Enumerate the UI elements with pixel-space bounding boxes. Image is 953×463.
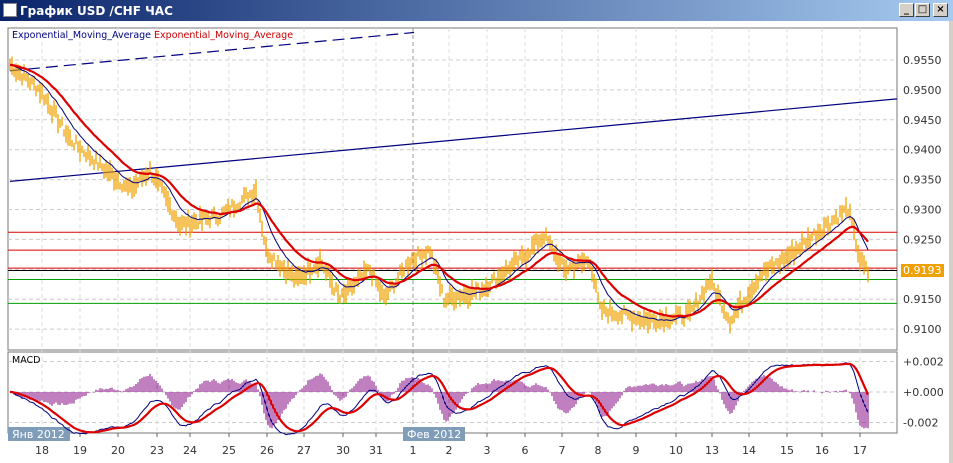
x-tick-label: 31 (369, 444, 383, 457)
x-tick-label: 25 (222, 444, 236, 457)
legend-ema-fast: Exponential_Moving_Average (12, 30, 152, 41)
macd-tick-label: +0.002 (903, 356, 944, 369)
month-label: Фев 2012 (407, 428, 461, 441)
macd-label: MACD (12, 355, 41, 366)
x-tick-label: 8 (595, 444, 602, 457)
macd-tick-label: -0.002 (903, 417, 938, 430)
x-tick-label: 6 (522, 444, 529, 457)
y-tick-label: 0.9500 (903, 84, 942, 97)
current-price-tag: 0.9193 (901, 264, 944, 277)
y-tick-label: 0.9100 (903, 323, 942, 336)
x-tick-label: 16 (815, 444, 829, 457)
x-tick-label: 7 (559, 444, 566, 457)
y-tick-label: 0.9450 (903, 114, 942, 127)
x-tick-label: 9 (633, 444, 640, 457)
price-chart[interactable]: 0.9550 0.9500 0.9450 0.9400 0.9350 0.9300 0.92… (0, 0, 953, 463)
x-tick-label: 24 (183, 444, 197, 457)
legend-ema-slow: Exponential_Moving_Average (154, 30, 294, 41)
x-tick-label: 15 (780, 444, 794, 457)
x-tick-label: 27 (297, 444, 311, 457)
x-tick-label: 18 (35, 444, 49, 457)
y-tick-label: 0.9250 (903, 233, 942, 246)
month-label: Янв 2012 (12, 428, 65, 441)
x-tick-label: 23 (150, 444, 164, 457)
x-tick-label: 19 (73, 444, 87, 457)
y-tick-label: 0.9350 (903, 174, 942, 187)
y-tick-label: 0.9550 (903, 54, 942, 67)
x-tick-label: 13 (705, 444, 719, 457)
indicator-legend: Exponential_Moving_Average Exponential_M… (12, 30, 293, 41)
x-tick-label: 30 (336, 444, 350, 457)
x-tick-label: 10 (669, 444, 683, 457)
y-tick-label: 0.9300 (903, 204, 942, 217)
y-tick-label: 0.9150 (903, 293, 942, 306)
x-tick-label: 2 (446, 444, 453, 457)
y-tick-label: 0.9400 (903, 144, 942, 157)
x-tick-label: 20 (111, 444, 125, 457)
x-tick-label: 1 (410, 444, 417, 457)
x-tick-label: 17 (853, 444, 867, 457)
macd-tick-label: +0.000 (903, 386, 944, 399)
x-tick-label: 26 (260, 444, 274, 457)
x-tick-label: 14 (742, 444, 756, 457)
x-tick-label: 3 (484, 444, 491, 457)
